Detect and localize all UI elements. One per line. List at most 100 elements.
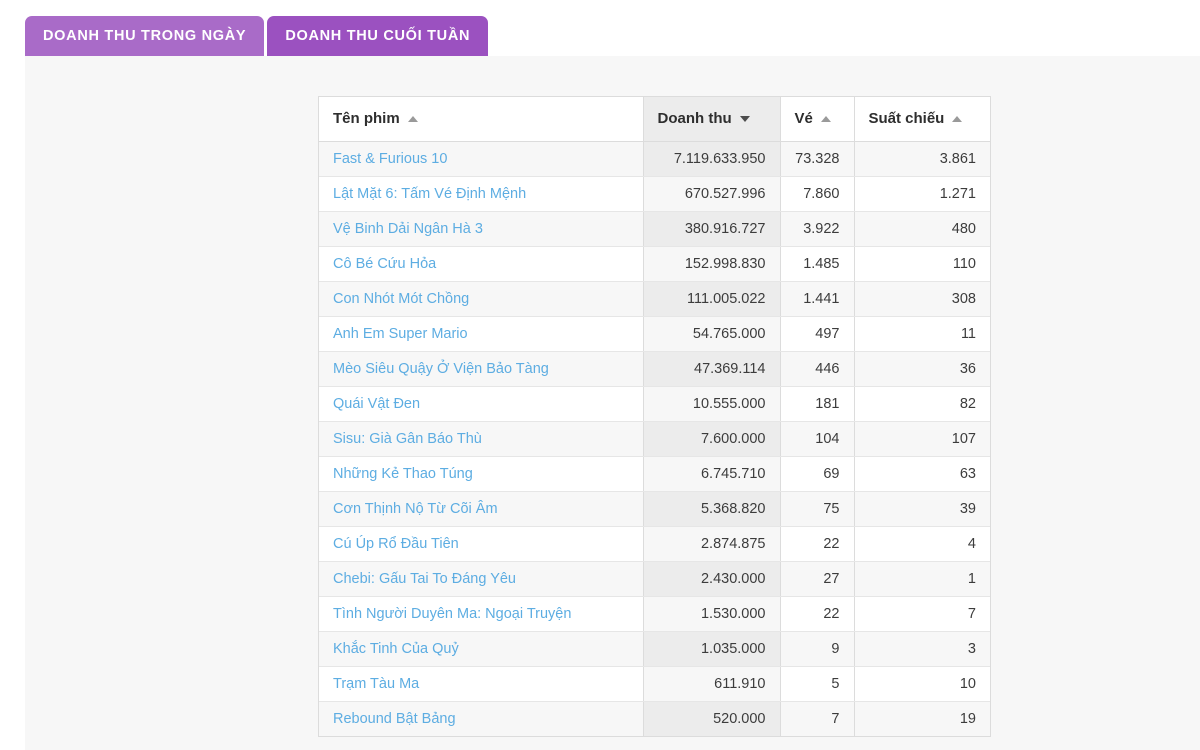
cell-movie-name: Trạm Tàu Ma — [319, 666, 644, 702]
movie-link[interactable]: Cơn Thịnh Nộ Từ Cõi Âm — [333, 501, 498, 517]
cell-revenue: 670.527.996 — [643, 176, 781, 212]
cell-revenue: 611.910 — [643, 666, 781, 702]
table-header-row: Tên phim Doanh thu Vé Suất chiếu — [319, 97, 990, 142]
movie-link[interactable]: Anh Em Super Mario — [333, 326, 468, 342]
table-body: Fast & Furious 10 7.119.633.950 73.328 3.86… — [319, 141, 990, 736]
cell-tickets: 497 — [780, 316, 855, 352]
tab-label: DOANH THU TRONG NGÀY — [43, 28, 247, 44]
cell-movie-name: Cô Bé Cứu Hỏa — [319, 246, 644, 282]
cell-shows: 308 — [854, 281, 990, 317]
cell-tickets: 7.860 — [780, 176, 855, 212]
cell-revenue: 7.600.000 — [643, 421, 781, 457]
cell-shows: 39 — [854, 491, 990, 527]
cell-revenue: 10.555.000 — [643, 386, 781, 422]
content-panel: Tên phim Doanh thu Vé Suất chiếu Fast & … — [25, 56, 1200, 750]
table-header: Tên phim Doanh thu Vé Suất chiếu — [319, 97, 990, 142]
cell-tickets: 181 — [780, 386, 855, 422]
table-row: Mèo Siêu Quậy Ở Viện Bảo Tàng 47.369.114 4… — [319, 351, 990, 387]
table-row: Lật Mặt 6: Tấm Vé Định Mệnh 670.527.996 7.… — [319, 176, 990, 212]
table-row: Khắc Tinh Của Quỷ 1.035.000 9 3 — [319, 631, 990, 667]
cell-movie-name: Mèo Siêu Quậy Ở Viện Bảo Tàng — [319, 351, 644, 387]
column-header-label: Suất chiếu — [868, 110, 945, 128]
cell-tickets: 75 — [780, 491, 855, 527]
movie-link[interactable]: Con Nhót Mót Chồng — [333, 291, 469, 307]
cell-shows: 82 — [854, 386, 990, 422]
cell-shows: 3.861 — [854, 141, 990, 177]
table-row: Cô Bé Cứu Hỏa 152.998.830 1.485 110 — [319, 246, 990, 282]
column-header-ve[interactable]: Vé — [780, 97, 855, 142]
cell-movie-name: Quái Vật Đen — [319, 386, 644, 422]
movie-link[interactable]: Tình Người Duyên Ma: Ngoại Truyện — [333, 606, 571, 622]
table-row: Trạm Tàu Ma 611.910 5 10 — [319, 666, 990, 702]
cell-movie-name: Lật Mặt 6: Tấm Vé Định Mệnh — [319, 176, 644, 212]
movie-link[interactable]: Fast & Furious 10 — [333, 151, 447, 167]
column-header-label: Tên phim — [333, 110, 400, 128]
movie-link[interactable]: Chebi: Gấu Tai To Đáng Yêu — [333, 571, 516, 587]
column-header-suat-chieu[interactable]: Suất chiếu — [854, 97, 990, 142]
cell-tickets: 3.922 — [780, 211, 855, 247]
app-root: DOANH THU TRONG NGÀY DOANH THU CUỐI TUẦN… — [0, 0, 1200, 750]
table-row: Anh Em Super Mario 54.765.000 497 11 — [319, 316, 990, 352]
cell-movie-name: Con Nhót Mót Chồng — [319, 281, 644, 317]
cell-movie-name: Anh Em Super Mario — [319, 316, 644, 352]
tab-doanh-thu-trong-ngay[interactable]: DOANH THU TRONG NGÀY — [25, 16, 265, 56]
cell-revenue: 1.530.000 — [643, 596, 781, 632]
cell-shows: 19 — [854, 701, 990, 736]
cell-tickets: 9 — [780, 631, 855, 667]
sort-descending-icon — [739, 115, 750, 122]
revenue-table: Tên phim Doanh thu Vé Suất chiếu Fast & … — [319, 97, 990, 736]
cell-shows: 11 — [854, 316, 990, 352]
cell-shows: 110 — [854, 246, 990, 282]
cell-revenue: 7.119.633.950 — [643, 141, 781, 177]
table-row: Rebound Bật Bảng 520.000 7 19 — [319, 701, 990, 736]
cell-tickets: 7 — [780, 701, 855, 736]
cell-revenue: 111.005.022 — [643, 281, 781, 317]
cell-shows: 3 — [854, 631, 990, 667]
cell-tickets: 22 — [780, 526, 855, 562]
cell-revenue: 380.916.727 — [643, 211, 781, 247]
movie-link[interactable]: Quái Vật Đen — [333, 396, 420, 412]
cell-movie-name: Những Kẻ Thao Túng — [319, 456, 644, 492]
tab-doanh-thu-cuoi-tuan[interactable]: DOANH THU CUỐI TUẦN — [267, 16, 489, 56]
cell-tickets: 5 — [780, 666, 855, 702]
column-header-ten-phim[interactable]: Tên phim — [319, 97, 644, 142]
cell-shows: 480 — [854, 211, 990, 247]
tab-bar: DOANH THU TRONG NGÀY DOANH THU CUỐI TUẦN — [0, 0, 1200, 56]
cell-revenue: 2.430.000 — [643, 561, 781, 597]
movie-link[interactable]: Những Kẻ Thao Túng — [333, 466, 473, 482]
movie-link[interactable]: Sisu: Già Gân Báo Thù — [333, 431, 482, 447]
table-row: Những Kẻ Thao Túng 6.745.710 69 63 — [319, 456, 990, 492]
cell-revenue: 47.369.114 — [643, 351, 781, 387]
cell-movie-name: Sisu: Già Gân Báo Thù — [319, 421, 644, 457]
movie-link[interactable]: Lật Mặt 6: Tấm Vé Định Mệnh — [333, 186, 526, 202]
cell-tickets: 27 — [780, 561, 855, 597]
cell-movie-name: Khắc Tinh Của Quỷ — [319, 631, 644, 667]
movie-link[interactable]: Cú Úp Rổ Đầu Tiên — [333, 536, 459, 552]
cell-shows: 36 — [854, 351, 990, 387]
cell-movie-name: Rebound Bật Bảng — [319, 701, 644, 736]
table-row: Fast & Furious 10 7.119.633.950 73.328 3.86… — [319, 141, 990, 177]
movie-link[interactable]: Mèo Siêu Quậy Ở Viện Bảo Tàng — [333, 361, 549, 377]
movie-link[interactable]: Trạm Tàu Ma — [333, 676, 419, 692]
cell-tickets: 104 — [780, 421, 855, 457]
cell-revenue: 6.745.710 — [643, 456, 781, 492]
cell-movie-name: Cú Úp Rổ Đầu Tiên — [319, 526, 644, 562]
column-header-doanh-thu[interactable]: Doanh thu — [643, 97, 781, 142]
movie-link[interactable]: Cô Bé Cứu Hỏa — [333, 256, 436, 272]
table-row: Cơn Thịnh Nộ Từ Cõi Âm 5.368.820 75 39 — [319, 491, 990, 527]
cell-tickets: 22 — [780, 596, 855, 632]
revenue-table-container: Tên phim Doanh thu Vé Suất chiếu Fast & … — [318, 96, 991, 737]
table-row: Quái Vật Đen 10.555.000 181 82 — [319, 386, 990, 422]
movie-link[interactable]: Khắc Tinh Của Quỷ — [333, 641, 459, 657]
cell-revenue: 54.765.000 — [643, 316, 781, 352]
cell-tickets: 73.328 — [780, 141, 855, 177]
cell-revenue: 152.998.830 — [643, 246, 781, 282]
cell-revenue: 520.000 — [643, 701, 781, 736]
movie-link[interactable]: Rebound Bật Bảng — [333, 711, 456, 727]
movie-link[interactable]: Vệ Binh Dải Ngân Hà 3 — [333, 221, 483, 237]
table-row: Tình Người Duyên Ma: Ngoại Truyện 1.530.0… — [319, 596, 990, 632]
cell-movie-name: Fast & Furious 10 — [319, 141, 644, 177]
cell-revenue: 2.874.875 — [643, 526, 781, 562]
table-row: Cú Úp Rổ Đầu Tiên 2.874.875 22 4 — [319, 526, 990, 562]
cell-tickets: 1.485 — [780, 246, 855, 282]
